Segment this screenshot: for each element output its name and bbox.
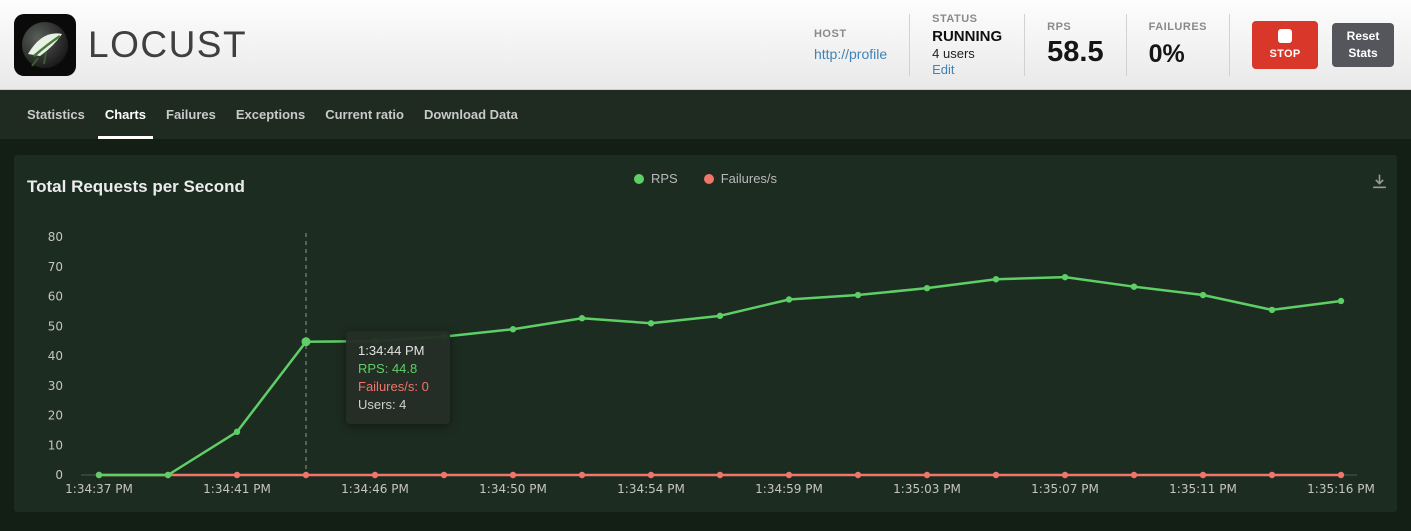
data-point [1131,283,1137,289]
rps-box: RPS 58.5 [1025,14,1126,76]
main-content: Total Requests per Second RPS Failures/s… [0,139,1411,531]
data-point [855,472,861,478]
stop-button[interactable]: STOP [1252,21,1318,69]
tooltip-failures: Failures/s: 0 [358,379,438,394]
host-link[interactable]: http://profile [814,46,887,62]
data-point [441,472,447,478]
locust-logo: LOCUST [14,14,247,76]
data-point [234,472,240,478]
x-tick-label: 1:35:16 PM [1307,482,1375,496]
data-point [1338,298,1344,304]
data-point [786,472,792,478]
data-point [855,292,861,298]
data-point [303,472,309,478]
locust-logo-icon [14,14,76,76]
x-tick-label: 1:34:50 PM [479,482,547,496]
data-point [1131,472,1137,478]
data-point [1200,472,1206,478]
rps-label: RPS [1047,21,1103,33]
data-point [717,472,723,478]
chart-panel: Total Requests per Second RPS Failures/s… [14,155,1397,512]
y-tick-label: 0 [55,468,63,482]
status-user-count: 4 users [932,46,1002,61]
data-point [993,472,999,478]
host-label: HOST [814,28,887,40]
edit-link[interactable]: Edit [932,62,1002,77]
x-tick-label: 1:35:07 PM [1031,482,1099,496]
y-tick-label: 20 [48,409,63,423]
series-line-rps [99,277,1341,475]
data-point [1062,472,1068,478]
rps-chart-svg: 0 10 20 30 40 50 60 70 80 1:34:37 PM 1:34:41 PM 1:3… [14,155,1397,512]
data-point [96,472,102,478]
y-tick-label: 50 [48,319,63,333]
y-tick-label: 70 [48,260,63,274]
data-point [1200,292,1206,298]
status-value: RUNNING [932,28,1002,45]
tooltip-users: Users: 4 [358,397,438,412]
header: LOCUST HOST http://profile STATUS RUNNIN… [0,0,1411,90]
tab-current-ratio[interactable]: Current ratio [315,90,414,139]
data-point [302,337,311,346]
failures-box: FAILURES 0% [1127,14,1230,76]
data-point [924,285,930,291]
chart-tooltip: 1:34:44 PM RPS: 44.8 Failures/s: 0 Users… [346,331,450,424]
stop-button-label: STOP [1270,48,1301,60]
data-point [993,276,999,282]
x-tick-label: 1:34:37 PM [65,482,133,496]
y-tick-label: 30 [48,379,63,393]
x-tick-label: 1:34:41 PM [203,482,271,496]
data-point [786,296,792,302]
failures-label: FAILURES [1149,21,1207,33]
rps-value: 58.5 [1047,36,1103,69]
status-box: STATUS RUNNING 4 users Edit [910,14,1025,76]
y-tick-label: 40 [48,349,63,363]
data-point [234,429,240,435]
data-point [1062,274,1068,280]
x-tick-label: 1:35:11 PM [1169,482,1237,496]
nav-tabs: Statistics Charts Failures Exceptions Cu… [0,90,1411,139]
x-tick-label: 1:34:46 PM [341,482,409,496]
y-tick-label: 60 [48,290,63,304]
data-point [510,472,516,478]
reset-stats-button[interactable]: Reset Stats [1332,23,1394,67]
data-point [165,472,171,478]
x-tick-label: 1:34:59 PM [755,482,823,496]
data-point [924,472,930,478]
y-tick-label: 10 [48,438,63,452]
data-point [1338,472,1344,478]
tab-charts[interactable]: Charts [95,90,156,139]
tab-statistics[interactable]: Statistics [17,90,95,139]
data-point [648,472,654,478]
stop-icon [1278,29,1292,43]
y-tick-label: 80 [48,230,63,244]
logo-text: LOCUST [88,24,247,66]
data-point [579,315,585,321]
failures-value: 0% [1149,40,1207,69]
data-point [648,320,654,326]
status-label: STATUS [932,13,1002,25]
tab-exceptions[interactable]: Exceptions [226,90,315,139]
host-box: HOST http://profile [792,14,910,76]
data-point [510,326,516,332]
data-point [1269,307,1275,313]
data-point [579,472,585,478]
tooltip-time: 1:34:44 PM [358,343,438,358]
data-point [1269,472,1275,478]
tooltip-rps: RPS: 44.8 [358,361,438,376]
tab-failures[interactable]: Failures [156,90,226,139]
tab-download-data[interactable]: Download Data [414,90,528,139]
data-point [717,313,723,319]
x-tick-label: 1:35:03 PM [893,482,961,496]
data-point [372,472,378,478]
x-tick-label: 1:34:54 PM [617,482,685,496]
